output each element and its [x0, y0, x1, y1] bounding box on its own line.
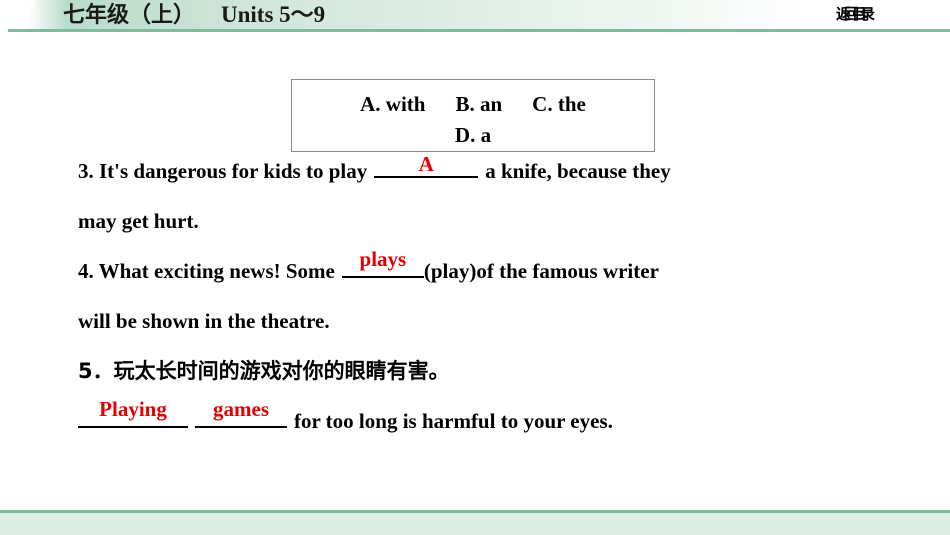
question-4-blank[interactable]: plays [341, 247, 424, 278]
question-4-text-post: (play)of the famous writer [423, 259, 659, 283]
page-title-en: Units 5～9 [221, 2, 326, 27]
question-5-answer-2: games [213, 397, 269, 421]
options-line-1: A. with B. an C. the [292, 92, 654, 117]
question-4-text-pre: 4. What exciting news! Some [78, 259, 335, 283]
question-3-line-1: 3. It's dangerous for kids to play Aa kni… [78, 146, 878, 196]
header-right-tab [800, 0, 950, 29]
question-5-blank-2[interactable]: games [195, 397, 287, 428]
header-underline [8, 29, 950, 32]
options-box: A. with B. an C. the D. a [291, 79, 655, 152]
question-5-line-1: 5．玩太长时间的游戏对你的眼睛有害。 [78, 359, 450, 383]
page-title-cn: 七年级（上） [63, 3, 196, 28]
option-b: B. an [455, 92, 503, 116]
question-5-answer-1: Playing [99, 397, 167, 421]
question-5-blank-1[interactable]: Playing [78, 397, 188, 428]
question-3-line-2: may get hurt. [78, 209, 199, 233]
question-3-blank[interactable]: A [374, 150, 479, 178]
option-d: D. a [454, 123, 492, 147]
option-c: C. the [532, 92, 586, 116]
return-to-contents-button[interactable]: 返回目录 [836, 3, 875, 24]
questions-container: 3. It's dangerous for kids to play Aa kni… [78, 146, 878, 446]
question-3-answer: A [418, 152, 434, 176]
options-line-2: D. a [292, 123, 654, 148]
question-3-text-pre: 3. It's dangerous for kids to play [78, 159, 368, 183]
page-header: 七年级（上） Units 5～9 返回目录 [0, 0, 950, 32]
question-4-answer: plays [359, 247, 407, 271]
question-4-line-1: 4. What exciting news! Some plays (play)of… [78, 246, 878, 296]
footer-band [0, 510, 950, 535]
question-3-text-post: a knife, because they [485, 159, 671, 183]
question-4-line-2: will be shown in the theatre. [78, 309, 330, 333]
question-5-text-post: for too long is harmful to your eyes. [294, 409, 613, 433]
page-title: 七年级（上） Units 5～9 [63, 1, 325, 29]
question-5-line-2: Playing games for too long is harmful to y… [78, 396, 878, 446]
option-a: A. with [360, 92, 426, 116]
